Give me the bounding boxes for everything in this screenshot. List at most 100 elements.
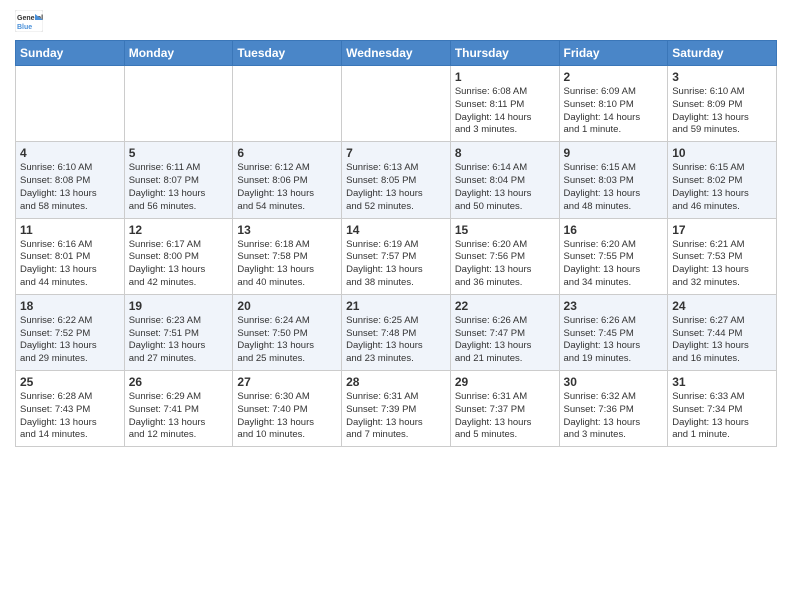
calendar-cell: 13 Sunrise: 6:18 AM Sunset: 7:58 PM Dayli… [233,218,342,294]
calendar-table: SundayMondayTuesdayWednesdayThursdayFrid… [15,40,777,447]
calendar-cell: 11 Sunrise: 6:16 AM Sunset: 8:01 PM Dayli… [16,218,125,294]
day-number: 5 [129,146,229,160]
day-info: Sunrise: 6:08 AM Sunset: 8:11 PM Dayligh… [455,86,555,137]
calendar-cell: 10 Sunrise: 6:15 AM Sunset: 8:02 PM Dayli… [668,142,777,218]
day-number: 31 [672,375,772,389]
calendar-cell: 15 Sunrise: 6:20 AM Sunset: 7:56 PM Dayli… [450,218,559,294]
day-number: 13 [237,223,337,237]
day-number: 11 [20,223,120,237]
calendar-cell: 20 Sunrise: 6:24 AM Sunset: 7:50 PM Dayli… [233,294,342,370]
day-info: Sunrise: 6:18 AM Sunset: 7:58 PM Dayligh… [237,239,337,290]
day-number: 18 [20,299,120,313]
day-info: Sunrise: 6:30 AM Sunset: 7:40 PM Dayligh… [237,391,337,442]
calendar-cell: 12Sunrise: 6:17 AM Sunset: 8:00 PM Dayli… [124,218,233,294]
day-info: Sunrise: 6:29 AM Sunset: 7:41 PM Dayligh… [129,391,229,442]
calendar-cell: 2 Sunrise: 6:09 AM Sunset: 8:10 PM Daylig… [559,66,668,142]
calendar-cell: 23Sunrise: 6:26 AM Sunset: 7:45 PM Dayli… [559,294,668,370]
calendar-cell [342,66,451,142]
calendar-cell: 5 Sunrise: 6:11 AM Sunset: 8:07 PM Daylig… [124,142,233,218]
logo: General Blue [15,10,43,32]
day-info: Sunrise: 6:10 AM Sunset: 8:09 PM Dayligh… [672,86,772,137]
day-number: 6 [237,146,337,160]
calendar-cell: 14 Sunrise: 6:19 AM Sunset: 7:57 PM Dayli… [342,218,451,294]
day-number: 24 [672,299,772,313]
day-info: Sunrise: 6:21 AM Sunset: 7:53 PM Dayligh… [672,239,772,290]
day-info: Sunrise: 6:32 AM Sunset: 7:36 PM Dayligh… [564,391,664,442]
day-number: 26 [129,375,229,389]
day-info: Sunrise: 6:13 AM Sunset: 8:05 PM Dayligh… [346,162,446,213]
day-number: 10 [672,146,772,160]
calendar-cell: 9Sunrise: 6:15 AM Sunset: 8:03 PM Daylig… [559,142,668,218]
calendar-cell: 3 Sunrise: 6:10 AM Sunset: 8:09 PM Daylig… [668,66,777,142]
calendar-cell: 16 Sunrise: 6:20 AM Sunset: 7:55 PM Dayli… [559,218,668,294]
svg-text:Blue: Blue [17,24,32,31]
calendar-cell [16,66,125,142]
calendar-cell: 17 Sunrise: 6:21 AM Sunset: 7:53 PM Dayli… [668,218,777,294]
day-info: Sunrise: 6:10 AM Sunset: 8:08 PM Dayligh… [20,162,120,213]
day-info: Sunrise: 6:11 AM Sunset: 8:07 PM Dayligh… [129,162,229,213]
day-info: Sunrise: 6:12 AM Sunset: 8:06 PM Dayligh… [237,162,337,213]
day-number: 22 [455,299,555,313]
day-number: 25 [20,375,120,389]
calendar-cell: 21Sunrise: 6:25 AM Sunset: 7:48 PM Dayli… [342,294,451,370]
weekday-header-friday: Friday [559,41,668,66]
day-info: Sunrise: 6:27 AM Sunset: 7:44 PM Dayligh… [672,315,772,366]
day-info: Sunrise: 6:31 AM Sunset: 7:37 PM Dayligh… [455,391,555,442]
day-number: 19 [129,299,229,313]
calendar-cell: 29 Sunrise: 6:31 AM Sunset: 7:37 PM Dayli… [450,371,559,447]
day-number: 21 [346,299,446,313]
day-number: 3 [672,70,772,84]
calendar-cell: 19 Sunrise: 6:23 AM Sunset: 7:51 PM Dayli… [124,294,233,370]
day-info: Sunrise: 6:26 AM Sunset: 7:47 PM Dayligh… [455,315,555,366]
day-number: 27 [237,375,337,389]
day-info: Sunrise: 6:23 AM Sunset: 7:51 PM Dayligh… [129,315,229,366]
logo-icon: General Blue [15,10,43,32]
day-info: Sunrise: 6:22 AM Sunset: 7:52 PM Dayligh… [20,315,120,366]
calendar-cell [124,66,233,142]
day-number: 20 [237,299,337,313]
weekday-header-monday: Monday [124,41,233,66]
day-info: Sunrise: 6:15 AM Sunset: 8:02 PM Dayligh… [672,162,772,213]
day-info: Sunrise: 6:19 AM Sunset: 7:57 PM Dayligh… [346,239,446,290]
day-info: Sunrise: 6:09 AM Sunset: 8:10 PM Dayligh… [564,86,664,137]
day-info: Sunrise: 6:16 AM Sunset: 8:01 PM Dayligh… [20,239,120,290]
day-number: 1 [455,70,555,84]
calendar-cell: 4Sunrise: 6:10 AM Sunset: 8:08 PM Daylig… [16,142,125,218]
day-info: Sunrise: 6:33 AM Sunset: 7:34 PM Dayligh… [672,391,772,442]
day-info: Sunrise: 6:17 AM Sunset: 8:00 PM Dayligh… [129,239,229,290]
calendar-cell: 6 Sunrise: 6:12 AM Sunset: 8:06 PM Daylig… [233,142,342,218]
day-number: 17 [672,223,772,237]
weekday-header-sunday: Sunday [16,41,125,66]
day-number: 29 [455,375,555,389]
day-info: Sunrise: 6:20 AM Sunset: 7:56 PM Dayligh… [455,239,555,290]
day-number: 7 [346,146,446,160]
day-number: 16 [564,223,664,237]
day-info: Sunrise: 6:20 AM Sunset: 7:55 PM Dayligh… [564,239,664,290]
calendar-cell: 26 Sunrise: 6:29 AM Sunset: 7:41 PM Dayli… [124,371,233,447]
calendar-cell: 24 Sunrise: 6:27 AM Sunset: 7:44 PM Dayli… [668,294,777,370]
calendar-cell: 22 Sunrise: 6:26 AM Sunset: 7:47 PM Dayli… [450,294,559,370]
calendar-cell [233,66,342,142]
day-number: 2 [564,70,664,84]
calendar-cell: 30 Sunrise: 6:32 AM Sunset: 7:36 PM Dayli… [559,371,668,447]
calendar-cell: 27 Sunrise: 6:30 AM Sunset: 7:40 PM Dayli… [233,371,342,447]
weekday-header-wednesday: Wednesday [342,41,451,66]
day-info: Sunrise: 6:24 AM Sunset: 7:50 PM Dayligh… [237,315,337,366]
calendar-cell: 25 Sunrise: 6:28 AM Sunset: 7:43 PM Dayli… [16,371,125,447]
day-info: Sunrise: 6:15 AM Sunset: 8:03 PM Dayligh… [564,162,664,213]
day-number: 14 [346,223,446,237]
day-number: 15 [455,223,555,237]
day-number: 28 [346,375,446,389]
calendar-cell: 7 Sunrise: 6:13 AM Sunset: 8:05 PM Daylig… [342,142,451,218]
day-info: Sunrise: 6:28 AM Sunset: 7:43 PM Dayligh… [20,391,120,442]
calendar-cell: 8 Sunrise: 6:14 AM Sunset: 8:04 PM Daylig… [450,142,559,218]
weekday-header-tuesday: Tuesday [233,41,342,66]
day-number: 30 [564,375,664,389]
day-info: Sunrise: 6:31 AM Sunset: 7:39 PM Dayligh… [346,391,446,442]
weekday-header-saturday: Saturday [668,41,777,66]
day-number: 8 [455,146,555,160]
weekday-header-thursday: Thursday [450,41,559,66]
calendar-cell: 28 Sunrise: 6:31 AM Sunset: 7:39 PM Dayli… [342,371,451,447]
day-info: Sunrise: 6:14 AM Sunset: 8:04 PM Dayligh… [455,162,555,213]
day-info: Sunrise: 6:26 AM Sunset: 7:45 PM Dayligh… [564,315,664,366]
